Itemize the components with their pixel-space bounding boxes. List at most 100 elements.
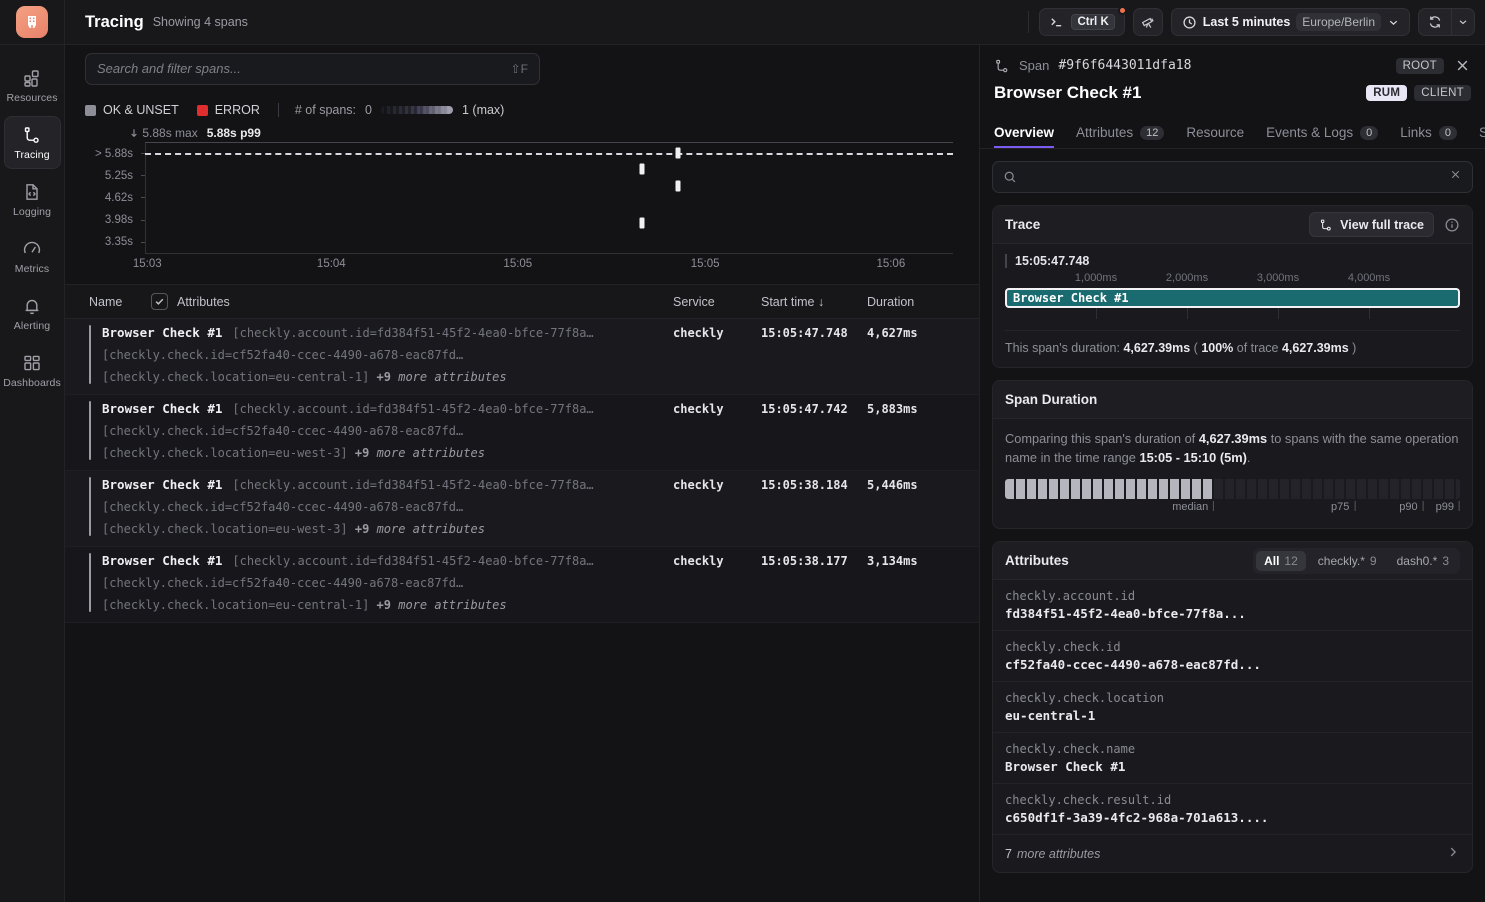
chart-x-tick-label: 15:04 — [317, 258, 346, 270]
tab-links[interactable]: Links0 — [1400, 125, 1457, 148]
app-root: Resources Tracing Logging — [0, 0, 1485, 902]
tab-overview[interactable]: Overview — [994, 125, 1054, 148]
spans-count-legend: # of spans: 0 1 (max) — [295, 103, 504, 117]
panel-header: Span #9f6f6443011dfa18 ROOT Bro — [980, 45, 1485, 103]
chart-p99-annotation: 5.88s p99 — [207, 126, 261, 140]
span-duration-percentile-marks: medianp75p90p99 — [1005, 501, 1460, 516]
row-more-count: +9 — [355, 522, 369, 536]
timezone-label: Europe/Berlin — [1296, 13, 1381, 31]
chart-y-tick-label: 3.35s — [105, 236, 133, 248]
span-id[interactable]: #9f6f6443011dfa18 — [1058, 58, 1191, 73]
row-more-attributes[interactable]: +9 more attributes — [355, 522, 485, 536]
chart-plot: > 5.88s5.25s4.62s3.98s3.35s — [95, 142, 959, 254]
sidebar-item-resources[interactable]: Resources — [4, 59, 61, 112]
time-range-label: Last 5 minutes — [1203, 15, 1291, 29]
row-span-name: Browser Check #1 — [102, 553, 222, 568]
trace-span-bar[interactable]: Browser Check #1 — [1005, 288, 1460, 308]
row-attribute-1: [checkly.account.id=fd384f51-45f2-4ea0-b… — [232, 554, 593, 568]
column-header-start-time[interactable]: Start time ↓ — [761, 295, 867, 309]
chart-data-point[interactable] — [639, 163, 644, 174]
trace-tick-label: 1,000ms — [1075, 272, 1117, 284]
badge-rum: RUM — [1366, 85, 1407, 101]
row-main: Browser Check #1[checkly.account.id=fd38… — [102, 477, 673, 536]
percentile-mark: p99 — [1436, 501, 1460, 513]
chart-data-point[interactable] — [676, 148, 681, 159]
column-header-service[interactable]: Service — [673, 295, 761, 309]
legend-item-error[interactable]: ERROR — [197, 103, 260, 117]
chart-legend: OK & UNSET ERROR # of spans: 0 1 (max) — [85, 98, 959, 122]
search-placeholder: Search and filter spans... — [97, 61, 241, 76]
tab-resource[interactable]: Resource — [1186, 125, 1244, 148]
telescope-button[interactable] — [1133, 8, 1163, 36]
attribute-value: c650df1f-3a39-4fc2-968a-701a613.... — [1005, 810, 1460, 825]
chart-data-point[interactable] — [639, 218, 644, 229]
column-header-attributes[interactable]: Attributes — [151, 293, 230, 310]
sidebar-item-tracing[interactable]: Tracing — [4, 116, 61, 169]
close-panel-button[interactable] — [1454, 57, 1471, 74]
legend-item-ok[interactable]: OK & UNSET — [85, 103, 179, 117]
sidebar-item-alerting[interactable]: Alerting — [4, 287, 61, 340]
row-more-attributes[interactable]: +9 more attributes — [377, 370, 507, 384]
panel-search-input[interactable] — [992, 161, 1473, 193]
refresh-split-button[interactable] — [1418, 8, 1475, 36]
attribute-row[interactable]: checkly.check.result.id c650df1f-3a39-4fc… — [993, 784, 1472, 835]
refresh-button[interactable] — [1419, 9, 1451, 35]
attributes-filter-count: 3 — [1442, 554, 1449, 568]
chart-x-axis: 15:0315:0415:0515:0515:06 — [135, 254, 953, 276]
attribute-row[interactable]: checkly.account.idfd384f51-45f2-4ea0-bfc… — [993, 580, 1472, 631]
search-input[interactable]: Search and filter spans... ⇧F — [85, 53, 540, 85]
row-attribute-2: [checkly.check.id=cf52fa40-ccec-4490-a67… — [102, 576, 673, 590]
table-row[interactable]: Browser Check #1 [checkly.account.id=fd38… — [65, 547, 979, 623]
trace-heading: Trace — [1005, 217, 1040, 232]
row-more-attributes[interactable]: +9 more attributes — [377, 598, 507, 612]
column-header-duration[interactable]: Duration — [867, 295, 959, 309]
tab-events-logs[interactable]: Events & Logs0 — [1266, 125, 1378, 148]
attributes-filter-all[interactable]: All12 — [1256, 551, 1306, 571]
table-row[interactable]: Browser Check #1[checkly.account.id=fd38… — [65, 395, 979, 471]
column-header-name[interactable]: Name — [89, 295, 151, 309]
resources-grid-icon — [22, 68, 42, 88]
row-service: checkly — [673, 553, 761, 612]
panel-header-actions: ROOT — [1396, 57, 1471, 74]
panel-header-line2: Browser Check #1 RUM CLIENT — [994, 83, 1471, 103]
chart-plot-area[interactable] — [145, 142, 953, 254]
chart-max-text: 5.88s max — [142, 126, 197, 140]
row-span-name: Browser Check #1 — [102, 325, 222, 340]
attributes-more-button[interactable]: 7 more attributes — [993, 835, 1472, 872]
attribute-key: checkly.check.result.id — [1005, 793, 1460, 807]
attributes-filter-checkly-[interactable]: checkly.*9 — [1310, 551, 1385, 571]
chart-data-point[interactable] — [676, 180, 681, 191]
attribute-row[interactable]: checkly.check.locationeu-central-1 — [993, 682, 1472, 733]
app-logo[interactable] — [16, 6, 48, 38]
attributes-checkbox[interactable] — [151, 293, 168, 310]
chart-y-tick-label: > 5.88s — [95, 148, 133, 160]
panel-search-clear-button[interactable] — [1449, 168, 1462, 186]
span-duration-value: 4,627.39ms — [1199, 431, 1267, 446]
attributes-filter-dash0-[interactable]: dash0.*3 — [1389, 551, 1457, 571]
refresh-options-button[interactable] — [1452, 9, 1474, 35]
row-attribute-2: [checkly.check.id=cf52fa40-ccec-4490-a67… — [102, 500, 673, 514]
row-more-attributes[interactable]: +9 more attributes — [355, 446, 485, 460]
attribute-row[interactable]: checkly.check.nameBrowser Check #1 — [993, 733, 1472, 784]
tab-attributes[interactable]: Attributes12 — [1076, 125, 1164, 148]
trace-info-button[interactable] — [1444, 217, 1460, 233]
table-row[interactable]: Browser Check #1[checkly.account.id=fd38… — [65, 471, 979, 547]
tracing-node-icon — [1319, 218, 1333, 232]
command-palette-button[interactable]: Ctrl K — [1039, 8, 1124, 36]
time-range-selector[interactable]: Last 5 minutes Europe/Berlin — [1171, 8, 1410, 36]
attributes-more-label: more attributes — [1017, 847, 1100, 861]
view-full-trace-button[interactable]: View full trace — [1309, 212, 1434, 237]
trace-gridline — [1369, 308, 1370, 319]
chart-p99-line — [145, 153, 953, 155]
chart-x-tick-label: 15:05 — [503, 258, 532, 270]
percentile-mark: median — [1172, 501, 1214, 513]
sidebar-item-metrics[interactable]: Metrics — [4, 230, 61, 283]
sidebar-item-dashboards[interactable]: Dashboards — [4, 344, 61, 397]
table-row[interactable]: Browser Check #1[checkly.account.id=fd38… — [65, 319, 979, 395]
sidebar-item-logging[interactable]: Logging — [4, 173, 61, 226]
span-duration-card: Span Duration Comparing this span's dura… — [992, 380, 1473, 529]
attribute-row[interactable]: checkly.check.idcf52fa40-ccec-4490-a678-… — [993, 631, 1472, 682]
row-main: Browser Check #1[checkly.account.id=fd38… — [102, 401, 673, 460]
span-duration-body: Comparing this span's duration of 4,627.… — [993, 419, 1472, 528]
tab-sour[interactable]: Sour — [1479, 125, 1485, 148]
